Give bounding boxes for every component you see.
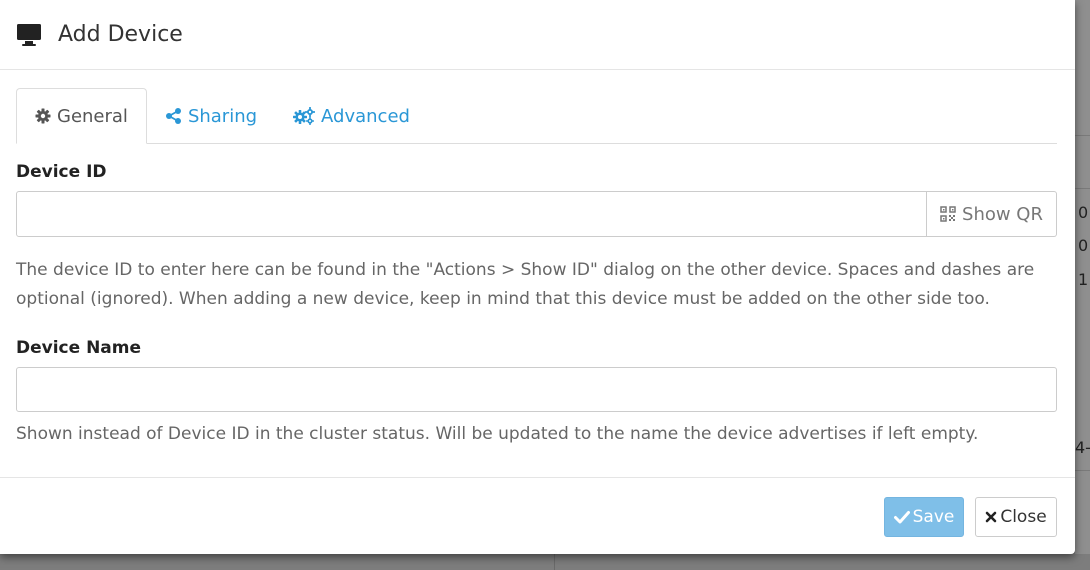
background-text: 1	[1078, 270, 1089, 289]
tab-sharing[interactable]: Sharing	[147, 88, 275, 144]
tab-label: General	[57, 105, 128, 127]
check-icon	[893, 510, 910, 524]
close-icon	[985, 511, 997, 523]
tab-general[interactable]: General	[16, 88, 147, 144]
modal-header: Add Device	[0, 0, 1075, 70]
background-text: 0	[1078, 236, 1089, 255]
tab-bar: General Sharing Advanced	[16, 88, 1057, 144]
save-label: Save	[912, 507, 955, 527]
close-label: Close	[1000, 507, 1047, 527]
modal-footer: Save Close	[0, 477, 1075, 554]
background-page: 0 0 1 4-	[1075, 0, 1090, 570]
device-id-help: The device ID to enter here can be found…	[16, 260, 1035, 309]
show-qr-label: Show QR	[962, 203, 1043, 225]
tab-label: Advanced	[321, 105, 410, 127]
modal-body: General Sharing Advanced Device ID Show …	[16, 88, 1057, 449]
modal-title: Add Device	[58, 22, 183, 47]
add-device-dialog: Add Device General Sharing Advanced Devi…	[0, 0, 1075, 554]
device-name-help: Shown instead of Device ID in the cluste…	[16, 424, 979, 444]
gears-icon	[293, 107, 316, 125]
device-id-input[interactable]	[16, 191, 927, 237]
background-text: 0	[1078, 203, 1089, 222]
device-id-label: Device ID	[16, 162, 107, 182]
save-button[interactable]: Save	[884, 497, 964, 537]
tab-advanced[interactable]: Advanced	[275, 88, 428, 144]
tab-label: Sharing	[187, 105, 258, 127]
device-id-input-group: Show QR	[16, 191, 1057, 237]
gear-icon	[35, 108, 51, 124]
device-name-input[interactable]	[16, 367, 1057, 412]
share-icon	[165, 108, 182, 124]
close-button[interactable]: Close	[975, 497, 1057, 537]
background-text: 4-	[1075, 438, 1090, 457]
qrcode-icon	[940, 206, 956, 222]
background-page-bottom	[0, 554, 1090, 570]
monitor-icon	[16, 23, 42, 47]
device-name-label: Device Name	[16, 338, 142, 358]
show-qr-button[interactable]: Show QR	[927, 191, 1057, 237]
